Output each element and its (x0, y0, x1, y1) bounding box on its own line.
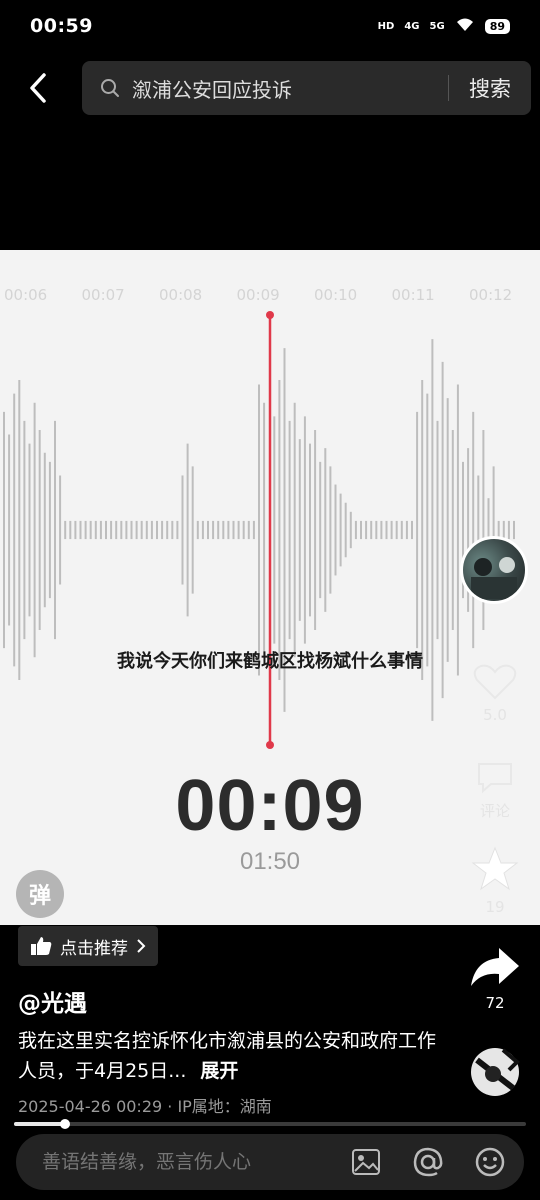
hd-icon: HD (377, 20, 395, 32)
like-count: 5.0 (483, 706, 507, 724)
star-icon (471, 846, 519, 891)
emoji-icon[interactable] (472, 1144, 508, 1180)
thumbs-up-icon (31, 937, 52, 955)
at-icon[interactable] (410, 1144, 446, 1180)
video-player[interactable]: 00:06 00:07 00:08 00:09 00:10 00:11 00:12 我说今天… (0, 250, 540, 925)
post-description: 我在这里实名控诉怀化市溆浦县的公安和政府工作人员，于4月25日... 展开 (18, 1026, 438, 1086)
video-progress-bar[interactable] (14, 1119, 526, 1129)
timeline-label: 00:08 (159, 286, 203, 304)
timeline-label: 00:07 (81, 286, 125, 304)
music-disc-icon (471, 1048, 520, 1096)
progress-handle[interactable] (60, 1119, 71, 1129)
danmaku-toggle-icon[interactable]: 弹 (16, 870, 64, 918)
favorite-button[interactable]: 19 (460, 846, 530, 916)
wifi-icon (455, 17, 475, 35)
share-icon (471, 948, 519, 986)
progress-fill (14, 1122, 66, 1126)
status-bar: 00:59 HD 4G 5G 89 (0, 0, 540, 52)
music-disc[interactable] (460, 1040, 530, 1108)
video-subtitle: 我说今天你们来鹤城区找杨斌什么事情 (117, 651, 423, 672)
chevron-left-icon (30, 73, 46, 103)
timeline-label: 00:06 (4, 286, 48, 304)
comment-input[interactable] (42, 1151, 348, 1173)
search-button[interactable]: 搜索 (449, 73, 531, 103)
playhead-cap (266, 311, 274, 319)
waveform-timeline: 00:06 00:07 00:08 00:09 00:10 00:11 00:12 (0, 286, 540, 308)
expand-link[interactable]: 展开 (200, 1060, 238, 1082)
recommend-label: 点击推荐 (60, 938, 128, 959)
back-button[interactable] (0, 52, 76, 124)
timeline-label: 00:12 (469, 286, 513, 304)
signal-4g-icon: 4G (404, 20, 420, 32)
share-count: 72 (485, 994, 505, 1012)
author-avatar[interactable] (460, 536, 528, 604)
search-box[interactable]: 溆浦公安回应投诉 搜索 (82, 61, 531, 115)
heart-icon (473, 664, 517, 700)
current-time: 00:09 (175, 766, 365, 846)
status-icons: HD 4G 5G 89 (378, 17, 510, 35)
audio-waveform (3, 311, 515, 749)
recommend-button[interactable]: 点击推荐 (18, 926, 158, 966)
search-icon (100, 76, 124, 100)
signal-5g-icon: 5G (429, 20, 445, 32)
favorite-count: 19 (485, 898, 505, 916)
total-time: 01:50 (239, 848, 301, 875)
post-meta: 2025-04-26 00:29 · IP属地：湖南 (18, 1097, 272, 1116)
timeline-label: 00:11 (391, 286, 435, 304)
timeline-label: 00:10 (314, 286, 358, 304)
search-header: 溆浦公安回应投诉 搜索 (0, 52, 540, 124)
timeline-label: 00:09 (236, 286, 280, 304)
playhead-cap (266, 741, 274, 749)
author-name[interactable]: @光遇 (18, 984, 87, 1018)
status-time: 00:59 (30, 15, 93, 37)
comment-button[interactable]: 评论 (460, 760, 530, 821)
share-button[interactable]: 72 (460, 946, 530, 1012)
comment-bar (16, 1134, 524, 1190)
battery-indicator: 89 (484, 18, 510, 34)
chevron-right-icon (137, 939, 146, 953)
comment-label: 评论 (479, 802, 510, 820)
comment-icon (478, 763, 512, 794)
image-icon[interactable] (348, 1144, 384, 1180)
search-input[interactable]: 溆浦公安回应投诉 (132, 74, 448, 103)
like-button[interactable]: 5.0 (460, 664, 530, 724)
